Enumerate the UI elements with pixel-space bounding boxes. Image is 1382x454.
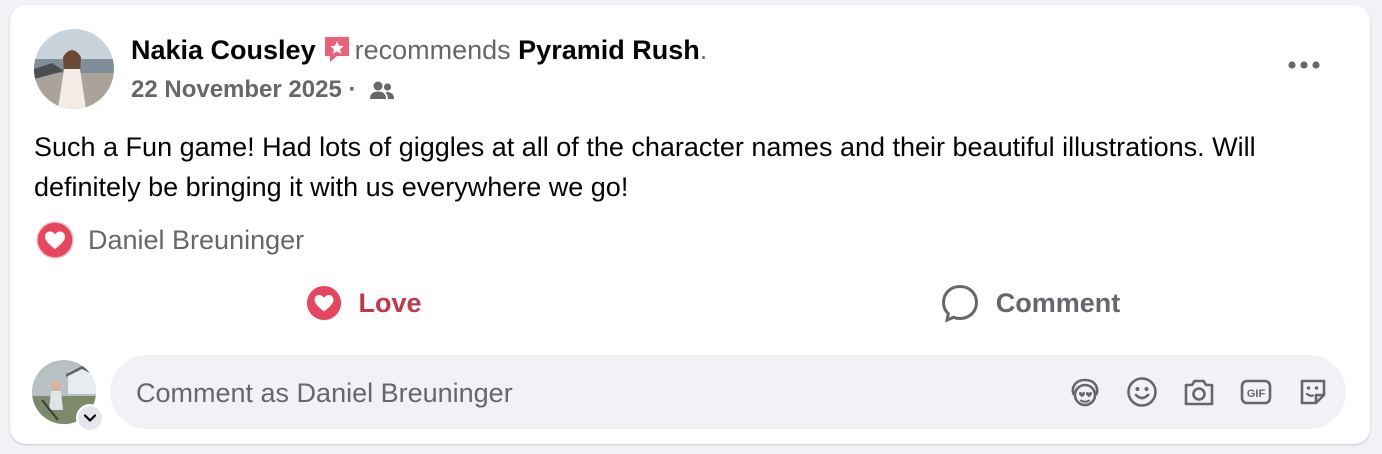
post-card: Nakia Cousley recommends Pyramid Rush. 22… [10, 5, 1370, 444]
post-headline: Nakia Cousley recommends Pyramid Rush. [131, 33, 707, 72]
sticker-icon [1300, 379, 1326, 405]
friends-audience-icon[interactable] [369, 78, 395, 108]
recommend-verb: recommends [354, 35, 511, 65]
author-name[interactable]: Nakia Cousley [131, 35, 316, 65]
reactor-names: Daniel Breuninger [88, 224, 305, 255]
svg-text:GIF: GIF [1247, 388, 1266, 400]
composer-tools: GIF [1047, 355, 1332, 429]
chevron-down-icon [83, 414, 97, 422]
camera-icon [1184, 379, 1214, 406]
headline-period: . [699, 35, 708, 65]
avatar-sticker-icon [1071, 378, 1099, 407]
comment-bubble-icon [941, 284, 978, 323]
recommend-icon [322, 34, 352, 72]
profile-switcher-button[interactable] [76, 404, 104, 432]
gif-icon: GIF [1240, 379, 1272, 405]
more-options-button[interactable] [1280, 47, 1328, 83]
comment-label: Comment [995, 287, 1121, 318]
more-dots-icon [1288, 61, 1320, 69]
love-button[interactable]: Love [34, 277, 694, 329]
comment-button[interactable]: Comment [700, 277, 1360, 329]
meta-separator: · [348, 76, 357, 103]
avatar-sticker-button[interactable] [1066, 373, 1104, 411]
commenter-avatar[interactable] [32, 360, 104, 432]
camera-button[interactable] [1180, 373, 1218, 411]
comment-input[interactable] [134, 355, 1038, 431]
recommended-page[interactable]: Pyramid Rush [518, 35, 700, 65]
sticker-button[interactable] [1294, 373, 1332, 411]
post-meta: 22 November 2025 · [131, 75, 395, 108]
reaction-summary[interactable]: Daniel Breuninger [36, 221, 304, 259]
love-label: Love [358, 287, 422, 318]
gif-button[interactable]: GIF [1237, 373, 1275, 411]
love-icon [307, 285, 342, 321]
emoji-button[interactable] [1123, 373, 1161, 411]
post-date[interactable]: 22 November 2025 [131, 76, 342, 103]
author-avatar[interactable] [34, 29, 114, 109]
emoji-icon [1127, 377, 1157, 407]
love-reaction-icon [36, 221, 74, 259]
comment-composer: GIF [110, 355, 1346, 431]
post-body: Such a Fun game! Had lots of giggles at … [34, 132, 1256, 202]
